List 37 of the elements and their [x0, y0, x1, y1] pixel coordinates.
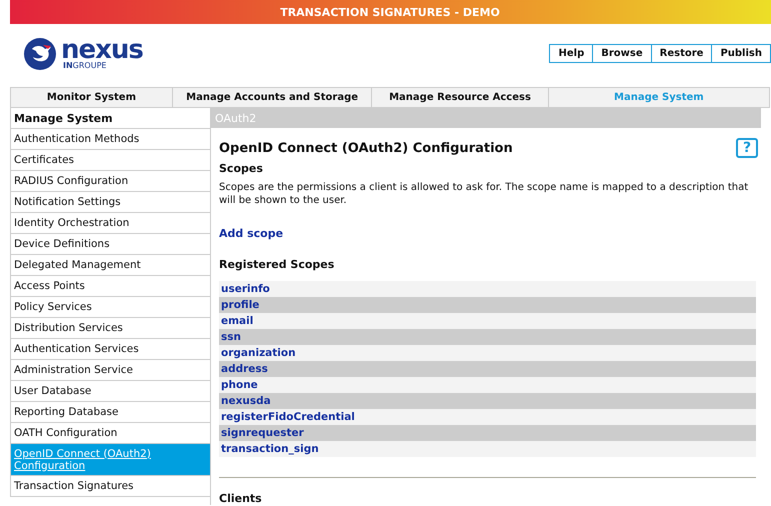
- sidebar-item[interactable]: Identity Orchestration: [10, 213, 210, 234]
- sidebar-item[interactable]: Administration Service: [10, 360, 210, 381]
- sidebar-item[interactable]: Notification Settings: [10, 192, 210, 213]
- sidebar-item[interactable]: Reporting Database: [10, 402, 210, 423]
- sidebar-item[interactable]: Delegated Management: [10, 255, 210, 276]
- sidebar-item[interactable]: Device Definitions: [10, 234, 210, 255]
- sidebar-item[interactable]: Authentication Methods: [10, 129, 210, 150]
- scope-link[interactable]: transaction_sign: [219, 441, 756, 457]
- scope-link[interactable]: registerFidoCredential: [219, 409, 756, 425]
- page-title: OpenID Connect (OAuth2) Configuration: [219, 140, 513, 156]
- logo-icon: [23, 37, 57, 71]
- scope-link[interactable]: userinfo: [219, 281, 756, 297]
- section-heading: Registered Scopes: [219, 258, 336, 271]
- section-heading: Clients: [219, 492, 263, 505]
- sidebar-item[interactable]: Transaction Signatures: [10, 476, 210, 497]
- scope-link[interactable]: profile: [219, 297, 756, 313]
- logo-name: nexus: [61, 38, 143, 62]
- sidebar-item[interactable]: Policy Services: [10, 297, 210, 318]
- scope-link[interactable]: email: [219, 313, 756, 329]
- sidebar-item[interactable]: Authentication Services: [10, 339, 210, 360]
- scope-link[interactable]: ssn: [219, 329, 756, 345]
- scope-link[interactable]: organization: [219, 345, 756, 361]
- sidebar-item[interactable]: RADIUS Configuration: [10, 171, 210, 192]
- banner-title: TRANSACTION SIGNATURES - DEMO: [280, 6, 500, 18]
- logo-subtitle: INGROUPE: [63, 62, 108, 70]
- sidebar-item[interactable]: OATH Configuration: [10, 423, 210, 444]
- scope-link[interactable]: address: [219, 361, 756, 377]
- sidebar-item[interactable]: User Database: [10, 381, 210, 402]
- add-scope-link[interactable]: Add scope: [219, 227, 284, 240]
- scope-link[interactable]: nexusda: [219, 393, 756, 409]
- section-heading: Scopes: [219, 162, 264, 175]
- sidebar-item[interactable]: Access Points: [10, 276, 210, 297]
- scope-link[interactable]: phone: [219, 377, 756, 393]
- sidebar-item[interactable]: Distribution Services: [10, 318, 210, 339]
- scope-link[interactable]: signrequester: [219, 425, 756, 441]
- sidebar-item[interactable]: Certificates: [10, 150, 210, 171]
- description: Scopes are the permissions a client is allowed to ask for. The scope name is mapped to a description that will be shown to the user.: [219, 181, 750, 207]
